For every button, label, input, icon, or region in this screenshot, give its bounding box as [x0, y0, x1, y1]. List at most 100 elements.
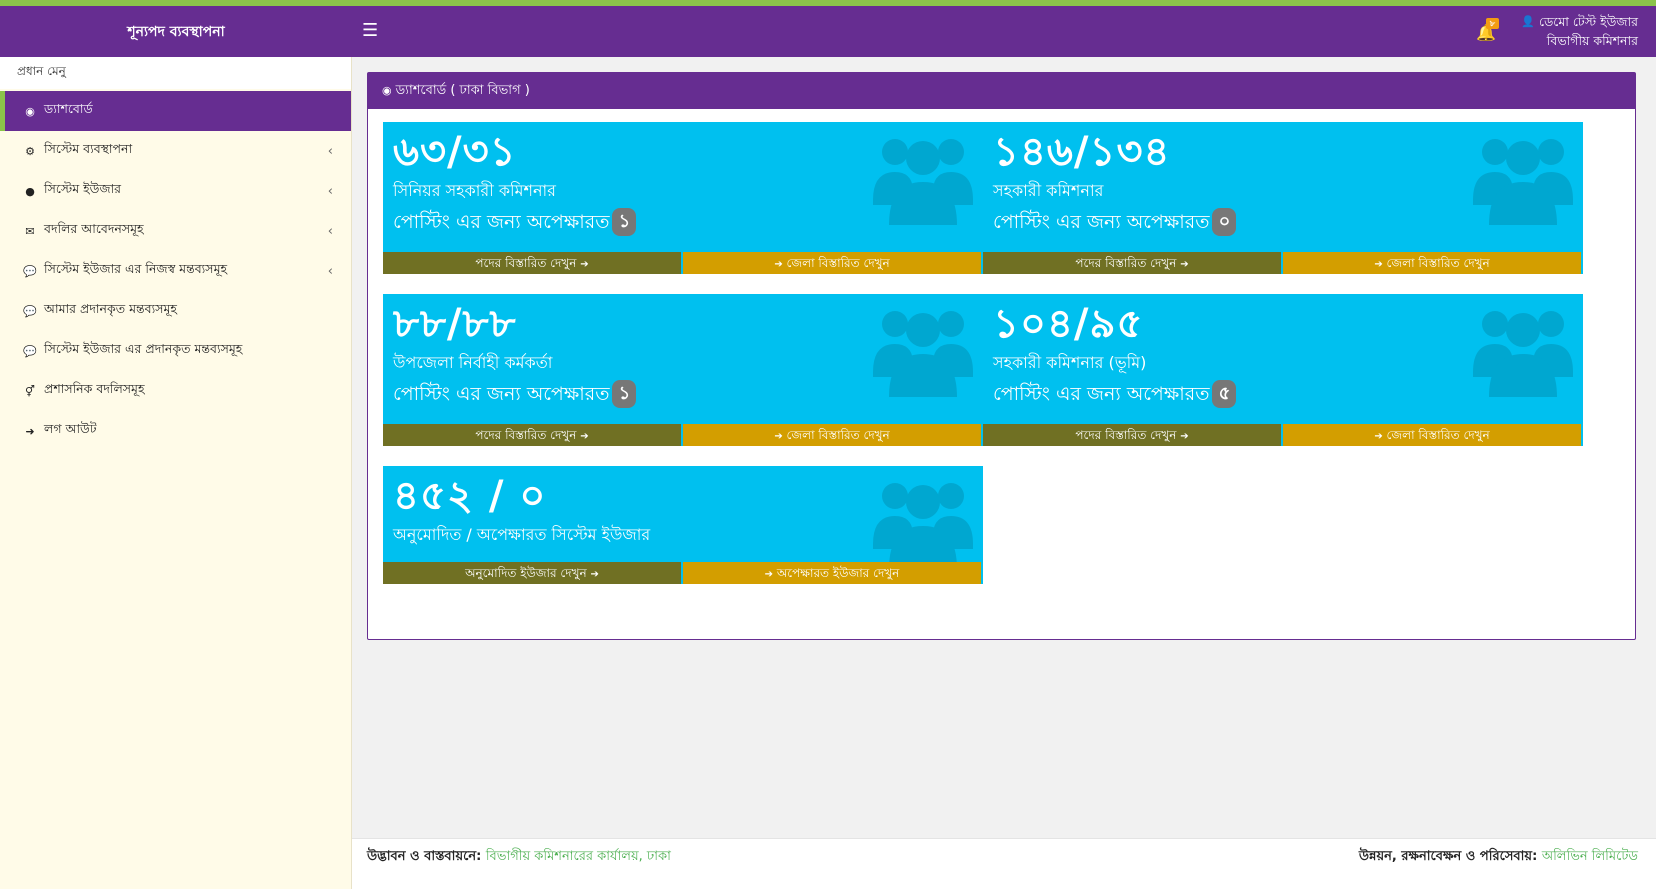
sidebar-item-my-comments[interactable]: 💬 আমার প্রদানকৃত মন্তব্যসমূহ [0, 291, 351, 331]
card-post-title: অনুমোদিত / অপেক্ষারত সিস্টেম ইউজার [393, 525, 651, 544]
sidebar-item-transfer-applications[interactable]: ✉ বদলির আবেদনসমূহ ‹ [0, 211, 351, 251]
stat-card-ac-land: ১০৪/৯৫ সহকারী কমিশনার (ভূমি) পোস্টিং এর … [983, 294, 1583, 446]
main-content: ◉ ড্যাশবোর্ড ( ঢাকা বিভাগ ) ৬৩/৩১ সিনিয়… [352, 57, 1656, 889]
arrow-circle-right-icon: ➔ [774, 259, 783, 270]
sidebar-item-dashboard[interactable]: ◉ ড্যাশবোর্ড [0, 91, 351, 131]
sidebar-item-admin-transfers[interactable]: ⚥ প্রশাসনিক বদলিসমূহ [0, 371, 351, 411]
sidebar-item-label: সিস্টেম ইউজার এর প্রদানকৃত মন্তব্যসমূহ [44, 341, 243, 356]
arrow-circle-right-icon: ➔ [1180, 431, 1189, 442]
sidebar-item-logout[interactable]: ➜ লগ আউট [0, 411, 351, 451]
app-title[interactable]: শূন্যপদ ব্যবস্থাপনা [0, 6, 352, 57]
chevron-left-icon: ‹ [327, 223, 333, 239]
view-post-details-link[interactable]: পদের বিস্তারিত দেখুন ➔ [983, 424, 1281, 446]
dashboard-icon: ◉ [382, 84, 392, 97]
users-icon [1473, 139, 1573, 225]
notifications-button[interactable]: 🔔 ৮ [1476, 18, 1499, 46]
chevron-left-icon: ‹ [327, 183, 333, 199]
card-waiting-label: পোস্টিং এর জন্য অপেক্ষারত [993, 383, 1210, 405]
footer-left-link[interactable]: বিভাগীয় কমিশনারের কার্যালয়, ঢাকা [486, 849, 671, 864]
user-icon: 👤 [1521, 15, 1536, 28]
card-waiting-label: পোস্টিং এর জন্য অপেক্ষারত [393, 383, 610, 405]
envelope-icon: ✉ [25, 224, 35, 238]
panel-title: ড্যাশবোর্ড ( ঢাকা বিভাগ ) [395, 83, 530, 98]
chevron-left-icon: ‹ [327, 263, 333, 279]
sidebar-item-user-given-comments[interactable]: 💬 সিস্টেম ইউজার এর প্রদানকৃত মন্তব্যসমূহ [0, 331, 351, 371]
sidebar-item-label: সিস্টেম ইউজার [44, 181, 122, 196]
stat-card-senior-ac: ৬৩/৩১ সিনিয়র সহকারী কমিশনার পোস্টিং এর … [383, 122, 983, 274]
user-role: বিভাগীয় কমিশনার [1546, 33, 1638, 48]
waiting-count-badge: ০ [1212, 208, 1237, 236]
gears-icon: ⚙ [25, 144, 35, 158]
card-waiting: পোস্টিং এর জন্য অপেক্ষারত ৫ [993, 380, 1237, 408]
sidebar-item-label: সিস্টেম ইউজার এর নিজস্ব মন্তব্যসমূহ [44, 261, 228, 276]
notification-count-badge: ৮ [1486, 18, 1499, 29]
users-icon [873, 483, 973, 569]
card-post-title: সহকারী কমিশনার (ভূমি) [993, 353, 1147, 372]
footer-right-prefix: উন্নয়ন, রক্ষনাবেক্ষন ও পরিসেবায়: [1358, 849, 1538, 864]
view-post-details-link[interactable]: পদের বিস্তারিত দেখুন ➔ [383, 252, 681, 274]
card-post-title: উপজেলা নির্বাহী কর্মকর্তা [393, 353, 553, 372]
arrow-circle-right-icon: ➔ [1374, 259, 1383, 270]
card-footer: পদের বিস্তারিত দেখুন ➔ ➔ জেলা বিস্তারিত … [383, 252, 983, 274]
user-menu[interactable]: 👤 ডেমো টেস্ট ইউজার বিভাগীয় কমিশনার [1521, 12, 1638, 50]
arrow-circle-right-icon: ➔ [580, 431, 589, 442]
comments-icon: 💬 [23, 304, 37, 318]
arrow-circle-right-icon: ➔ [1374, 431, 1383, 442]
stat-card-ac: ১৪৬/১৩৪ সহকারী কমিশনার পোস্টিং এর জন্য অ… [983, 122, 1583, 274]
sidebar-item-system-users[interactable]: ● সিস্টেম ইউজার ‹ [0, 171, 351, 211]
view-post-details-link[interactable]: পদের বিস্তারিত দেখুন ➔ [383, 424, 681, 446]
card-footer: অনুমোদিত ইউজার দেখুন ➔ ➔ অপেক্ষারত ইউজার… [383, 562, 983, 584]
view-approved-users-link[interactable]: অনুমোদিত ইউজার দেখুন ➔ [383, 562, 681, 584]
gender-icon: ⚥ [25, 384, 35, 398]
sidebar-item-system-management[interactable]: ⚙ সিস্টেম ব্যবস্থাপনা ‹ [0, 131, 351, 171]
view-district-details-link[interactable]: ➔ জেলা বিস্তারিত দেখুন [683, 252, 981, 274]
sidebar-item-label: সিস্টেম ব্যবস্থাপনা [44, 141, 133, 156]
menu-toggle-icon[interactable]: ☰ [362, 19, 382, 43]
sign-out-icon: ➜ [25, 424, 35, 438]
card-number: ১৪৬/১৩৪ [993, 129, 1171, 175]
dashboard-panel: ◉ ড্যাশবোর্ড ( ঢাকা বিভাগ ) ৬৩/৩১ সিনিয়… [367, 72, 1636, 640]
arrow-circle-right-icon: ➔ [590, 569, 599, 580]
sidebar-item-label: ড্যাশবোর্ড [44, 101, 93, 116]
waiting-count-badge: ৫ [1212, 380, 1237, 408]
card-number: ৮৮/৮৮ [393, 301, 517, 347]
footer-right-link[interactable]: অলিভিন লিমিটেড [1542, 849, 1638, 864]
card-post-title: সিনিয়র সহকারী কমিশনার [393, 181, 556, 200]
sidebar-item-label: লগ আউট [44, 421, 97, 436]
card-waiting-label: পোস্টিং এর জন্য অপেক্ষারত [993, 211, 1210, 233]
card-waiting: পোস্টিং এর জন্য অপেক্ষারত ১ [393, 208, 637, 236]
sidebar-item-label: আমার প্রদানকৃত মন্তব্যসমূহ [44, 301, 177, 316]
arrow-circle-right-icon: ➔ [580, 259, 589, 270]
dashboard-icon: ◉ [25, 104, 35, 118]
card-number: ১০৪/৯৫ [993, 301, 1144, 347]
view-post-details-link[interactable]: পদের বিস্তারিত দেখুন ➔ [983, 252, 1281, 274]
card-number: ৪৫২ / ০ [393, 473, 547, 519]
card-number: ৬৩/৩১ [393, 129, 517, 175]
view-district-details-link[interactable]: ➔ জেলা বিস্তারিত দেখুন [683, 424, 981, 446]
view-district-details-link[interactable]: ➔ জেলা বিস্তারিত দেখুন [1283, 424, 1581, 446]
arrow-circle-right-icon: ➔ [774, 431, 783, 442]
arrow-circle-right-icon: ➔ [764, 569, 774, 580]
view-district-details-link[interactable]: ➔ জেলা বিস্তারিত দেখুন [1283, 252, 1581, 274]
sidebar-item-label: বদলির আবেদনসমূহ [44, 221, 144, 236]
waiting-count-badge: ১ [612, 380, 637, 408]
sidebar-header: প্রধান মেনু [0, 57, 351, 89]
users-icon [1473, 311, 1573, 397]
footer-credit-right: উন্নয়ন, রক্ষনাবেক্ষন ও পরিসেবায়: অলিভি… [1359, 843, 1638, 871]
sidebar-item-label: প্রশাসনিক বদলিসমূহ [44, 381, 145, 396]
view-pending-users-link[interactable]: ➔ অপেক্ষারত ইউজার দেখুন [683, 562, 981, 584]
card-waiting-label: পোস্টিং এর জন্য অপেক্ষারত [393, 211, 610, 233]
arrow-circle-right-icon: ➔ [1180, 259, 1189, 270]
footer-credit-left: উদ্ভাবন ও বাস্তবায়নে: বিভাগীয় কমিশনারে… [367, 843, 671, 871]
stat-card-system-users: ৪৫২ / ০ অনুমোদিত / অপেক্ষারত সিস্টেম ইউজ… [383, 466, 983, 584]
card-waiting: পোস্টিং এর জন্য অপেক্ষারত ১ [393, 380, 637, 408]
panel-header: ◉ ড্যাশবোর্ড ( ঢাকা বিভাগ ) [368, 73, 1635, 109]
card-waiting: পোস্টিং এর জন্য অপেক্ষারত ০ [993, 208, 1237, 236]
sidebar-item-user-own-comments[interactable]: 💬 সিস্টেম ইউজার এর নিজস্ব মন্তব্যসমূহ ‹ [0, 251, 351, 291]
comments-icon: 💬 [23, 344, 37, 358]
waiting-count-badge: ১ [612, 208, 637, 236]
stat-card-uno: ৮৮/৮৮ উপজেলা নির্বাহী কর্মকর্তা পোস্টিং … [383, 294, 983, 446]
user-name: ডেমো টেস্ট ইউজার [1539, 14, 1638, 29]
card-footer: পদের বিস্তারিত দেখুন ➔ ➔ জেলা বিস্তারিত … [983, 252, 1583, 274]
top-navbar: শূন্যপদ ব্যবস্থাপনা ☰ 🔔 ৮ 👤 ডেমো টেস্ট ই… [0, 6, 1656, 57]
